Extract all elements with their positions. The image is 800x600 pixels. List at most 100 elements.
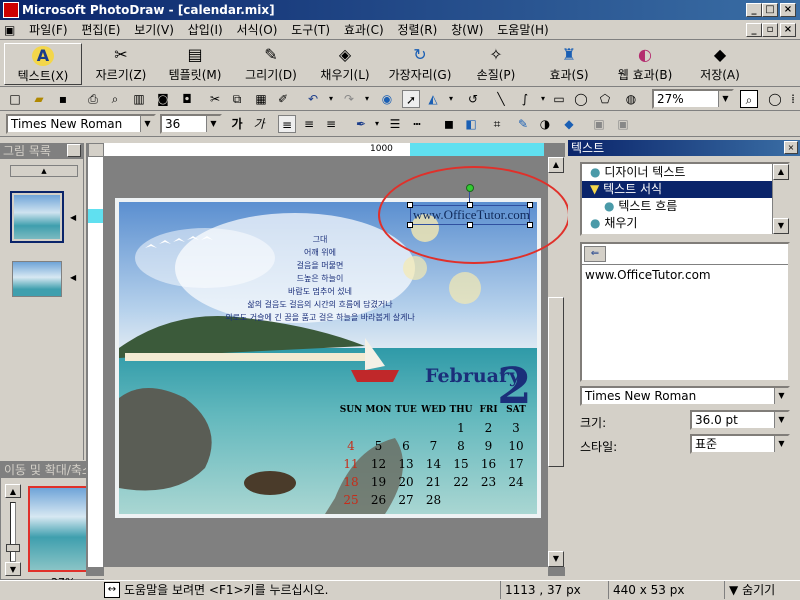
web-effects-button[interactable]: ◐ 웹 효과(B): [608, 43, 682, 85]
workspace-hscroll[interactable]: [104, 566, 548, 580]
template-button[interactable]: ▤ 템플릿(M): [160, 43, 230, 85]
list-item-text-flow[interactable]: ● 텍스트 흐름: [582, 198, 788, 215]
copy-icon[interactable]: ⧉: [228, 90, 246, 108]
doc-icon[interactable]: ▣: [0, 20, 20, 40]
redo-icon[interactable]: ↷: [340, 90, 358, 108]
speech-bubble-icon[interactable]: ◯: [766, 90, 784, 108]
effects-button[interactable]: ♜ 효과(S): [538, 43, 600, 85]
hide-button[interactable]: ▼ 숨기기: [724, 581, 775, 599]
scroll-down-button[interactable]: ▼: [548, 551, 564, 567]
capture-icon[interactable]: ◘: [178, 90, 196, 108]
align-right-icon[interactable]: ≡: [322, 115, 340, 133]
color-balance-icon[interactable]: ◆: [560, 115, 578, 133]
list-scroll-up[interactable]: ▲: [773, 164, 789, 180]
list-item-fill[interactable]: ● 채우기: [582, 215, 788, 232]
format-painter-icon[interactable]: ✐: [274, 90, 292, 108]
touchup-button[interactable]: ✧ 손질(P): [466, 43, 526, 85]
zoom-fit-icon[interactable]: ⌕: [740, 90, 758, 108]
transparency-icon[interactable]: ◑: [536, 115, 554, 133]
undo-icon[interactable]: ↶: [304, 90, 322, 108]
bold-button[interactable]: 가: [228, 115, 246, 133]
fill-button[interactable]: ◈ 채우기(L): [312, 43, 378, 85]
style-select[interactable]: 표준 ▼: [690, 434, 790, 454]
outline-button[interactable]: ↻ 가장자리(G): [382, 43, 458, 85]
menu-format[interactable]: 서식(O): [232, 20, 283, 40]
font-select[interactable]: Times New Roman ▼: [6, 114, 156, 134]
group-icon[interactable]: ▣: [590, 115, 608, 133]
cut-icon[interactable]: ✂: [206, 90, 224, 108]
zoom-out-button[interactable]: ▼: [5, 562, 21, 576]
text-button[interactable]: A 텍스트(X): [4, 43, 82, 85]
undo-dropdown-icon[interactable]: ▾: [322, 90, 340, 108]
camera-icon[interactable]: ◙: [154, 90, 172, 108]
line-color-dropdown-icon[interactable]: ▾: [368, 115, 386, 133]
picture-thumb-calendar[interactable]: [10, 191, 64, 243]
web-icon[interactable]: ◉: [378, 90, 396, 108]
picture-list-close[interactable]: ×: [67, 144, 81, 157]
list-scroll-down[interactable]: ▼: [773, 218, 789, 234]
scan-icon[interactable]: ▥: [130, 90, 148, 108]
menu-file[interactable]: 파일(F): [24, 20, 72, 40]
align-center-icon[interactable]: ≡: [300, 115, 318, 133]
redo-dropdown-icon[interactable]: ▾: [358, 90, 376, 108]
edit-points-icon[interactable]: ✎: [514, 115, 532, 133]
fill-dropdown-icon[interactable]: ▾: [442, 90, 460, 108]
doc-restore-button[interactable]: ▫: [762, 23, 778, 37]
zoom-in-button[interactable]: ▲: [5, 484, 21, 498]
shape-icon[interactable]: ⬠: [596, 90, 614, 108]
menu-edit[interactable]: 편집(E): [76, 20, 125, 40]
paste-icon[interactable]: ▦: [252, 90, 270, 108]
italic-button[interactable]: 가: [250, 115, 268, 133]
save-icon[interactable]: ▪: [54, 90, 72, 108]
doc-minimize-button[interactable]: _: [746, 23, 762, 37]
draw-button[interactable]: ✎ 그리기(D): [238, 43, 304, 85]
scroll-up-button[interactable]: ▲: [548, 157, 564, 173]
zoom-slider-thumb[interactable]: [6, 544, 20, 552]
line-weight-icon[interactable]: ☰: [386, 115, 404, 133]
text-editor[interactable]: ⇐ www.OfficeTutor.com: [580, 242, 790, 382]
close-button[interactable]: ×: [780, 3, 796, 17]
photodraw-app-icon[interactable]: [3, 2, 19, 18]
open-icon[interactable]: ▰: [30, 90, 48, 108]
size-input[interactable]: 36.0 pt ▼: [690, 410, 790, 430]
list-scrollbar[interactable]: ▲ ▼: [772, 164, 789, 234]
list-scroll-up[interactable]: ▲: [10, 165, 78, 177]
line-icon[interactable]: ╲: [492, 90, 510, 108]
text-pane-close[interactable]: ×: [784, 141, 798, 154]
doc-close-button[interactable]: ×: [780, 23, 796, 37]
zoom-select[interactable]: 27% ▼: [652, 89, 734, 109]
align-left-icon[interactable]: ≡: [278, 115, 296, 133]
menu-insert[interactable]: 삽입(I): [183, 20, 228, 40]
maximize-button[interactable]: □: [762, 3, 778, 17]
menu-tools[interactable]: 도구(T): [286, 20, 335, 40]
crop-button[interactable]: ✂ 자르기(Z): [88, 43, 154, 85]
print-preview-icon[interactable]: ⌕: [106, 90, 124, 108]
menu-window[interactable]: 창(W): [446, 20, 488, 40]
crop-tool-icon[interactable]: ⌗: [488, 115, 506, 133]
fill-bucket-icon[interactable]: ◭: [424, 90, 442, 108]
picture-thumb-beach[interactable]: [12, 261, 62, 297]
menu-arrange[interactable]: 정렬(R): [393, 20, 443, 40]
rectangle-icon[interactable]: ▭: [550, 90, 568, 108]
zoom-slider-track[interactable]: [10, 502, 16, 562]
menu-effects[interactable]: 효과(C): [339, 20, 389, 40]
ellipse-icon[interactable]: ◯: [572, 90, 590, 108]
pointer-icon[interactable]: ➚: [402, 90, 420, 108]
ungroup-icon[interactable]: ▣: [614, 115, 632, 133]
scroll-thumb[interactable]: [548, 297, 564, 467]
shadow-icon[interactable]: ◼: [440, 115, 458, 133]
rotate-icon[interactable]: ↺: [464, 90, 482, 108]
3d-icon[interactable]: ◧: [462, 115, 480, 133]
dash-style-icon[interactable]: ┅: [408, 115, 426, 133]
new-icon[interactable]: □: [6, 90, 24, 108]
pane-font-select[interactable]: Times New Roman ▼: [580, 386, 790, 406]
minimize-button[interactable]: _: [746, 3, 762, 17]
list-item-text-format[interactable]: ▼ 텍스트 서식: [582, 181, 772, 198]
more-icon[interactable]: ⁞: [784, 90, 800, 108]
menu-view[interactable]: 보기(V): [129, 20, 179, 40]
list-item-designer-text[interactable]: ● 디자이너 텍스트: [582, 164, 788, 181]
save-for-use-button[interactable]: ◆ 저장(A): [692, 43, 748, 85]
menu-help[interactable]: 도움말(H): [492, 20, 554, 40]
color-icon[interactable]: ◍: [622, 90, 640, 108]
curve-icon[interactable]: ∫: [516, 90, 534, 108]
